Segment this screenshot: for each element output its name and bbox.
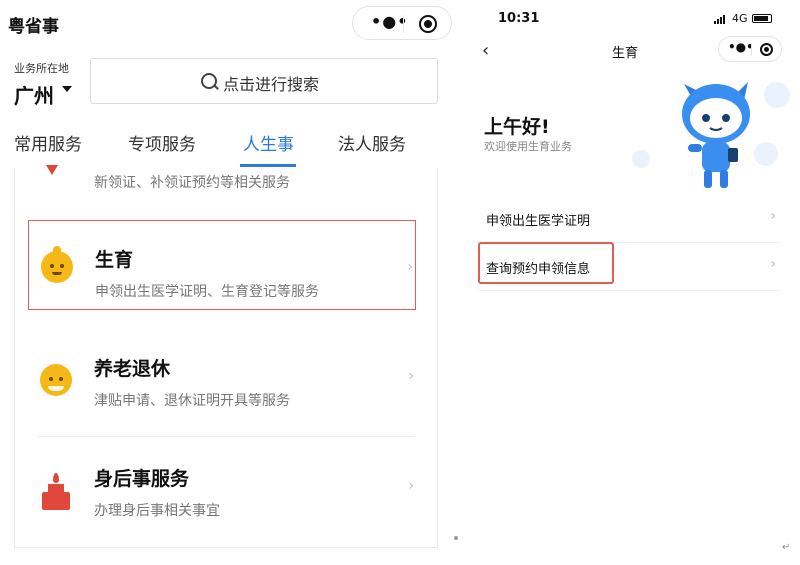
service-item-funeral[interactable]: 身后事服务 办理身后事相关事宜 › [28,440,416,530]
search-icon [201,73,217,89]
search-bar[interactable]: 点击进行搜索 [90,58,438,104]
service-subtitle: 申领出生医学证明、生育登记等服务 [95,284,319,300]
battery-icon [752,14,772,23]
chevron-right-icon: › [407,259,413,275]
chevron-right-icon: › [770,208,776,224]
caret-down-icon[interactable] [62,86,72,92]
highlight-box [478,242,614,284]
target-icon[interactable] [419,15,437,33]
menu-item-birth-certificate[interactable]: 申领出生医学证明 › [478,196,782,243]
app-title: 粤省事 [8,17,59,37]
elder-face-icon [40,364,72,396]
chevron-left-icon[interactable]: ‹ [482,40,489,61]
greeting-title: 上午好! [484,116,550,138]
page-title: 生育 [612,46,639,61]
tab-common-services[interactable]: 常用服务 [14,130,82,155]
status-time: 10:31 [498,11,540,26]
corner-mark: ↵ [782,542,791,553]
service-tabs: 常用服务 专项服务 人生事 法人服务 [0,128,452,168]
location-selector[interactable]: 广州 [14,80,54,109]
service-title: 生育 [95,249,134,271]
left-screen: 粤省事 •●• 业务所在地 广州 点击进行搜索 常用服务 专项服务 人生事 法人… [0,0,452,565]
capsule-divider [403,15,404,33]
chevron-right-icon: › [770,256,776,272]
active-tab-indicator [240,164,296,167]
service-subtitle: 津贴申请、退休证明开具等服务 [94,393,290,409]
signal-icon [714,14,728,24]
chevron-right-icon: › [408,478,414,494]
service-title: 身后事服务 [94,468,190,490]
service-item-birth[interactable]: 生育 申领出生医学证明、生育登记等服务 › [28,220,416,310]
tab-life-events[interactable]: 人生事 [243,130,294,155]
tab-special-services[interactable]: 专项服务 [128,130,196,155]
tab-legal-person-services[interactable]: 法人服务 [338,130,406,155]
target-icon[interactable] [760,43,773,56]
robot-mascot-icon [670,78,788,196]
greeting-subtitle: 欢迎使用生育业务 [484,140,572,153]
baby-face-icon [41,246,73,283]
menu-item-label: 申领出生医学证明 [486,214,591,229]
mini-program-capsule: •●• [718,36,782,62]
partial-service-subtitle: 新领证、补领证预约等相关服务 [94,175,290,191]
search-placeholder: 点击进行搜索 [223,75,320,94]
more-dots-icon[interactable]: •●• [728,40,754,54]
capsule-divider [751,43,752,56]
location-label: 业务所在地 [14,62,69,75]
chevron-right-icon: › [408,368,414,384]
right-screen: 10:31 4G ‹ 生育 •●• 上午好! 欢迎使用生育业务 申领出生医学证明… [472,0,790,545]
mini-program-capsule: •●• [352,6,452,40]
decor-dot [454,536,458,540]
decor-bubble [632,150,650,168]
list-divider [38,436,414,437]
service-subtitle: 办理身后事相关事宜 [94,503,220,519]
service-item-retirement[interactable]: 养老退休 津贴申请、退休证明开具等服务 › [28,330,416,420]
service-title: 养老退休 [94,358,171,380]
network-type: 4G [732,12,748,25]
